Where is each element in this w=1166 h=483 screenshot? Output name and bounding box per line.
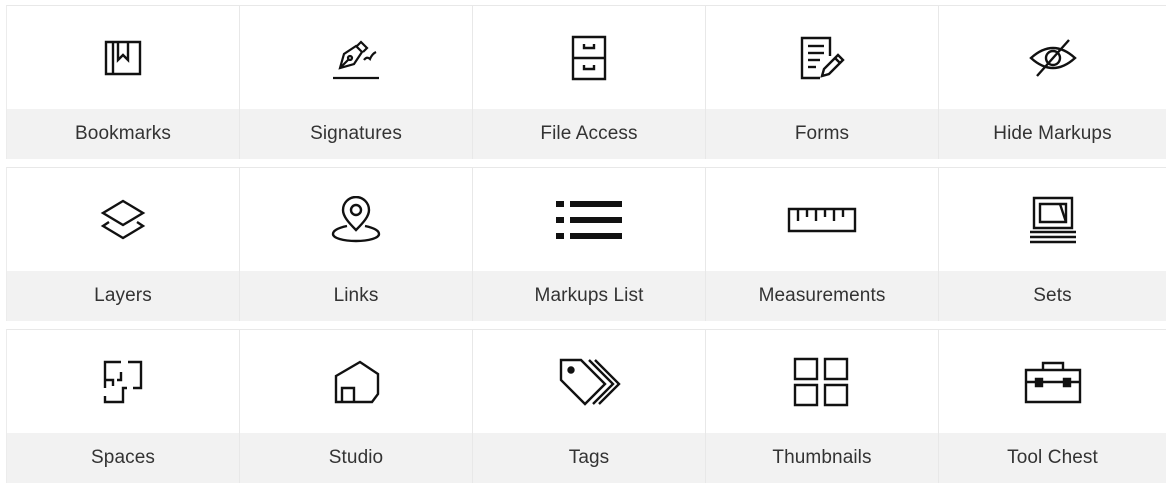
tile-links[interactable]: Links [239, 167, 472, 321]
thumbnails-grid-icon [792, 356, 852, 408]
tile-label: Markups List [473, 271, 705, 321]
tile-thumbnails[interactable]: Thumbnails [705, 329, 938, 483]
studio-house-icon [330, 358, 382, 406]
tile-label: Layers [7, 271, 239, 321]
tile-studio[interactable]: Studio [239, 329, 472, 483]
tile-markups-list[interactable]: Markups List [472, 167, 705, 321]
tile-icon-area [939, 168, 1166, 271]
file-cabinet-icon [569, 34, 609, 82]
tile-icon-area [240, 6, 472, 109]
list-icon [556, 200, 622, 239]
tile-icon-area [7, 330, 239, 433]
tile-label: Links [240, 271, 472, 321]
panel-row: Layers Links Markups List Measurements S… [6, 167, 1166, 321]
tile-label: File Access [473, 109, 705, 159]
panel-row: Spaces Studio Tags Thumbnails Tool Chest [6, 329, 1166, 483]
floor-plan-icon [101, 358, 145, 406]
tile-icon-area [473, 6, 705, 109]
tile-label: Thumbnails [706, 433, 938, 483]
tile-icon-area [473, 168, 705, 271]
layers-icon [99, 198, 147, 242]
tile-signatures[interactable]: Signatures [239, 5, 472, 159]
tile-label: Hide Markups [939, 109, 1166, 159]
tile-icon-area [240, 168, 472, 271]
tile-label: Tool Chest [939, 433, 1166, 483]
ruler-icon [786, 205, 858, 235]
tile-forms[interactable]: Forms [705, 5, 938, 159]
tile-label: Measurements [706, 271, 938, 321]
tags-icon [557, 356, 621, 408]
form-edit-icon [798, 34, 846, 82]
tile-measurements[interactable]: Measurements [705, 167, 938, 321]
tile-icon-area [473, 330, 705, 433]
tile-label: Spaces [7, 433, 239, 483]
eye-slash-icon [1027, 36, 1079, 80]
tile-sets[interactable]: Sets [938, 167, 1166, 321]
panel-grid: Bookmarks Signatures File Access Forms H… [6, 5, 1166, 483]
tile-hide-markups[interactable]: Hide Markups [938, 5, 1166, 159]
tile-icon-area [939, 6, 1166, 109]
signature-pen-icon [330, 34, 382, 82]
tile-layers[interactable]: Layers [6, 167, 239, 321]
tile-label: Tags [473, 433, 705, 483]
tile-label: Signatures [240, 109, 472, 159]
panel-row: Bookmarks Signatures File Access Forms H… [6, 5, 1166, 159]
tile-label: Sets [939, 271, 1166, 321]
tile-tool-chest[interactable]: Tool Chest [938, 329, 1166, 483]
location-pin-icon [330, 196, 382, 244]
tile-icon-area [706, 6, 938, 109]
toolbox-icon [1023, 358, 1083, 406]
tile-label: Studio [240, 433, 472, 483]
tile-bookmarks[interactable]: Bookmarks [6, 5, 239, 159]
tile-spaces[interactable]: Spaces [6, 329, 239, 483]
tile-tags[interactable]: Tags [472, 329, 705, 483]
bookmark-icon [103, 38, 143, 78]
tile-label: Bookmarks [7, 109, 239, 159]
tile-icon-area [706, 168, 938, 271]
sets-stack-icon [1028, 195, 1078, 245]
tile-icon-area [240, 330, 472, 433]
tile-icon-area [939, 330, 1166, 433]
tile-icon-area [7, 6, 239, 109]
tile-label: Forms [706, 109, 938, 159]
tile-icon-area [706, 330, 938, 433]
tile-icon-area [7, 168, 239, 271]
tile-file-access[interactable]: File Access [472, 5, 705, 159]
